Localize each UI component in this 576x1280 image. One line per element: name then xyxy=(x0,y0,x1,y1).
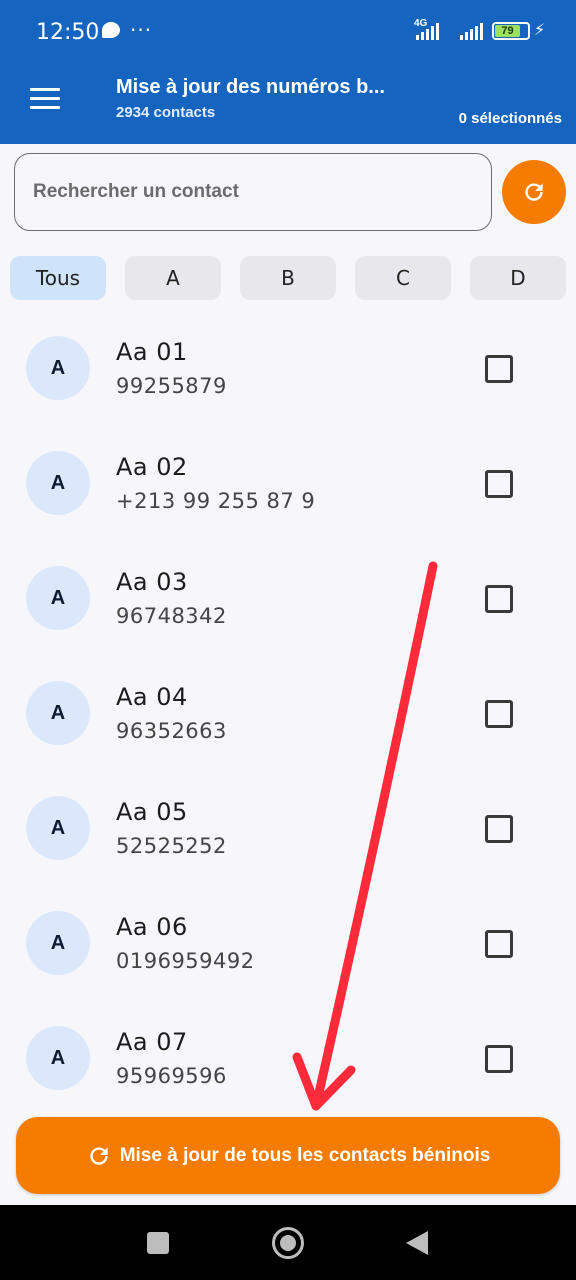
home-icon[interactable] xyxy=(272,1227,304,1259)
filter-chip-a[interactable]: A xyxy=(125,256,221,300)
contact-row[interactable]: A Aa 02 +213 99 255 87 9 xyxy=(0,425,576,540)
selected-count: 0 sélectionnés xyxy=(458,110,562,127)
filter-chip-b[interactable]: B xyxy=(240,256,336,300)
contact-phone: 99255879 xyxy=(116,374,227,398)
filter-chip-c[interactable]: C xyxy=(355,256,451,300)
contact-select-checkbox[interactable] xyxy=(485,470,513,498)
contact-name: Aa 06 xyxy=(116,913,188,941)
contact-count: 2934 contacts xyxy=(116,104,216,121)
contact-name: Aa 03 xyxy=(116,568,188,596)
contact-select-checkbox[interactable] xyxy=(485,700,513,728)
app-bar: Mise à jour des numéros b... 2934 contac… xyxy=(0,62,576,144)
battery-level: 79 xyxy=(495,25,520,37)
update-all-label: Mise à jour de tous les contacts béninoi… xyxy=(119,1144,491,1166)
contact-phone: 52525252 xyxy=(116,834,227,858)
battery-icon: 79 xyxy=(492,22,530,40)
recent-apps-icon[interactable] xyxy=(147,1232,169,1254)
contact-phone: 0196959492 xyxy=(116,949,255,973)
menu-icon[interactable] xyxy=(30,88,60,110)
status-bar: 12:50 ··· 4G 79 ⚡ xyxy=(0,0,576,62)
more-notifications-icon: ··· xyxy=(130,18,153,42)
filter-chip-d[interactable]: D xyxy=(470,256,566,300)
system-nav-bar xyxy=(0,1205,576,1280)
contact-name: Aa 07 xyxy=(116,1028,188,1056)
refresh-icon xyxy=(525,183,543,201)
contact-row[interactable]: A Aa 03 96748342 xyxy=(0,540,576,655)
contact-phone: 96748342 xyxy=(116,604,227,628)
chat-notification-icon xyxy=(102,22,120,38)
contact-name: Aa 05 xyxy=(116,798,188,826)
contact-row[interactable]: A Aa 06 0196959492 xyxy=(0,885,576,1000)
contact-phone: +213 99 255 87 9 xyxy=(116,489,316,513)
avatar: A xyxy=(26,566,90,630)
letter-filter-bar: Tous A B C D xyxy=(10,256,566,300)
signal-strength-icon xyxy=(416,22,439,40)
contact-select-checkbox[interactable] xyxy=(485,585,513,613)
avatar: A xyxy=(26,451,90,515)
avatar: A xyxy=(26,336,90,400)
filter-chip-tous[interactable]: Tous xyxy=(10,256,106,300)
contact-name: Aa 02 xyxy=(116,453,188,481)
contact-row[interactable]: A Aa 07 95969596 xyxy=(0,1000,576,1115)
avatar: A xyxy=(26,681,90,745)
charging-icon: ⚡ xyxy=(534,22,546,39)
back-icon[interactable] xyxy=(406,1231,428,1255)
contact-select-checkbox[interactable] xyxy=(485,1045,513,1073)
search-field[interactable] xyxy=(14,153,492,231)
contact-phone: 95969596 xyxy=(116,1064,227,1088)
contact-select-checkbox[interactable] xyxy=(485,815,513,843)
refresh-button[interactable] xyxy=(502,160,566,224)
contact-select-checkbox[interactable] xyxy=(485,355,513,383)
contact-row[interactable]: A Aa 01 99255879 xyxy=(0,310,576,425)
contact-row[interactable]: A Aa 05 52525252 xyxy=(0,770,576,885)
contact-name: Aa 04 xyxy=(116,683,188,711)
avatar: A xyxy=(26,1026,90,1090)
contact-phone: 96352663 xyxy=(116,719,227,743)
status-time: 12:50 xyxy=(36,20,100,45)
contact-select-checkbox[interactable] xyxy=(485,930,513,958)
contact-row[interactable]: A Aa 04 96352663 xyxy=(0,655,576,770)
avatar: A xyxy=(26,796,90,860)
search-input[interactable] xyxy=(33,154,473,230)
avatar: A xyxy=(26,911,90,975)
refresh-icon xyxy=(90,1146,108,1165)
contact-name: Aa 01 xyxy=(116,338,188,366)
page-title: Mise à jour des numéros b... xyxy=(116,76,385,98)
update-all-contacts-button[interactable]: Mise à jour de tous les contacts béninoi… xyxy=(16,1117,560,1194)
signal-strength-icon-2 xyxy=(460,22,483,40)
